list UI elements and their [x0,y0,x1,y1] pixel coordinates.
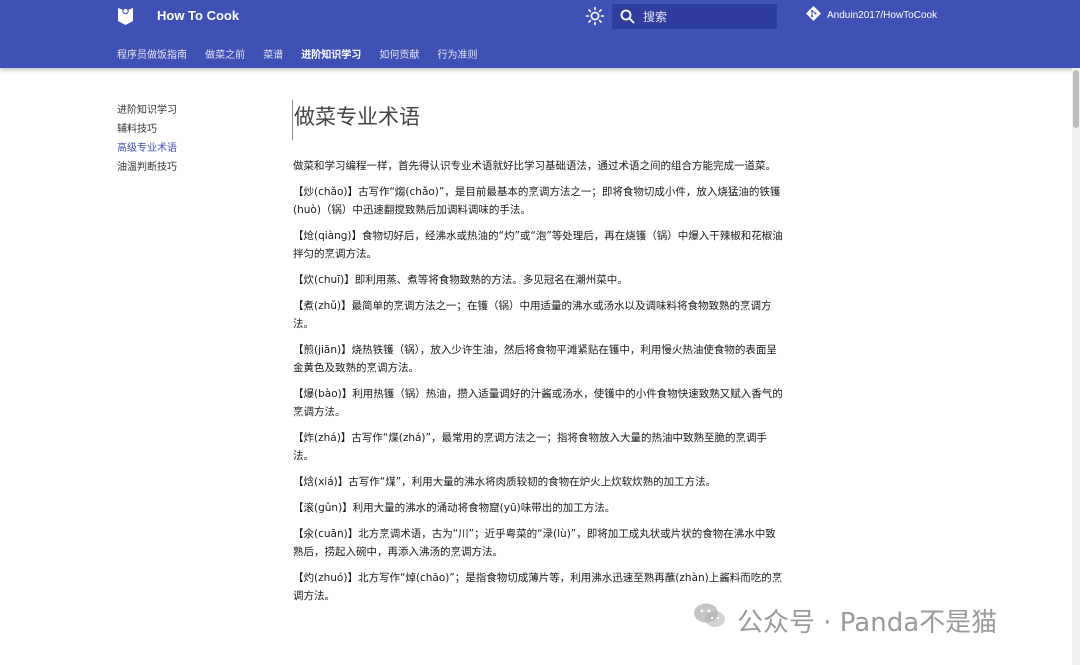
term-paragraph: 【炊(chuī)】即利用蒸、煮等将食物致熟的方法。多见冠名在潮州菜中。 [293,274,628,286]
top-header: How To Cook 搜索 Anduin2017/HowToCook 程序员做… [0,0,1080,68]
tab-code-of-conduct[interactable]: 行为准则 [437,46,477,61]
top-tabs: 程序员做饭指南 做菜之前 菜谱 进阶知识学习 如何贡献 行为准则 [117,43,490,61]
term-paragraph: 【煎(jiān)】烧热铁镬（锅），放入少许生油，然后将食物平滩紧贴在镬中，利用慢… [293,344,777,374]
tab-before-cooking[interactable]: 做菜之前 [205,46,245,61]
search-placeholder: 搜索 [643,10,668,24]
tab-recipes[interactable]: 菜谱 [263,46,283,61]
term-paragraph: 【灼(zhuó)】北方写作“焯(chāo)”；是指食物切成薄片等，利用沸水迅速至… [293,572,783,602]
term-paragraph: 【炒(chǎo)】古写作“煼(chǎo)”，是目前最基本的烹调方法之一；即将食物… [293,186,781,216]
sidebar-item-advanced-knowledge[interactable]: 进阶知识学习 [117,104,267,123]
repo-name: Anduin2017/HowToCook [827,10,938,21]
vertical-scrollbar[interactable] [1072,68,1080,665]
intro-paragraph: 做菜和学习编程一样，首先得认识专业术语就好比学习基础语法，通过术语之间的组合方能… [293,160,776,172]
page-title: 做菜专业术语 [292,100,783,140]
term-paragraph: 【炸(zhá)】古写作“煠(zhá)”，最常用的烹调方法之一；指将食物放入大量的… [293,432,767,462]
scrollbar-thumb[interactable] [1073,70,1079,128]
term-paragraph: 【氽(cuān)】北方烹调术语，古为“川”；近乎粤菜的“渌(lù)”，即将加工成… [293,528,776,558]
site-title[interactable]: How To Cook [157,8,239,23]
term-paragraph: 【煮(zhǔ)】最简单的烹调方法之一；在镬（锅）中用适量的沸水或汤水以及调味料将… [293,300,772,330]
tab-programmer-cooking-guide[interactable]: 程序员做饭指南 [117,46,187,61]
sidebar-nav: 进阶知识学习 辅料技巧 高级专业术语 油温判断技巧 [117,104,267,180]
main-content: 做菜专业术语 做菜和学习编程一样，首先得认识专业术语就好比学习基础语法，通过术语… [292,100,783,613]
search-icon [620,9,635,24]
search-input[interactable]: 搜索 [612,4,777,29]
wechat-icon [694,603,725,627]
git-icon [806,6,821,21]
term-paragraph: 【焓(xiá)】古写作“煤”，利用大量的沸水将肉质较韧的食物在炉火上炊软炊熟的加… [293,476,717,488]
term-paragraph: 【滚(gǔn)】利用大量的沸水的涌动将食物窟(yū)味带出的加工方法。 [293,502,616,514]
sidebar-item-seasoning-tips[interactable]: 辅料技巧 [117,123,267,142]
sidebar-item-advanced-terms[interactable]: 高级专业术语 [117,142,267,161]
term-paragraph: 【炝(qiàng)】食物切好后，经沸水或热油的“灼”或“泡”等处理后，再在烧镬（… [293,230,783,260]
term-paragraph: 【爆(bào)】利用热镬（锅）热油，攒入适量调好的汁酱或汤水，使镬中的小件食物快… [293,388,783,418]
tab-how-to-contribute[interactable]: 如何贡献 [379,46,419,61]
watermark-text: 公众号 · Panda不是猫 [737,608,998,638]
sidebar-item-oil-temperature[interactable]: 油温判断技巧 [117,161,267,180]
tab-advanced-knowledge[interactable]: 进阶知识学习 [301,46,361,61]
sun-theme-toggle-icon[interactable] [585,6,605,26]
book-logo-icon[interactable] [117,7,134,26]
